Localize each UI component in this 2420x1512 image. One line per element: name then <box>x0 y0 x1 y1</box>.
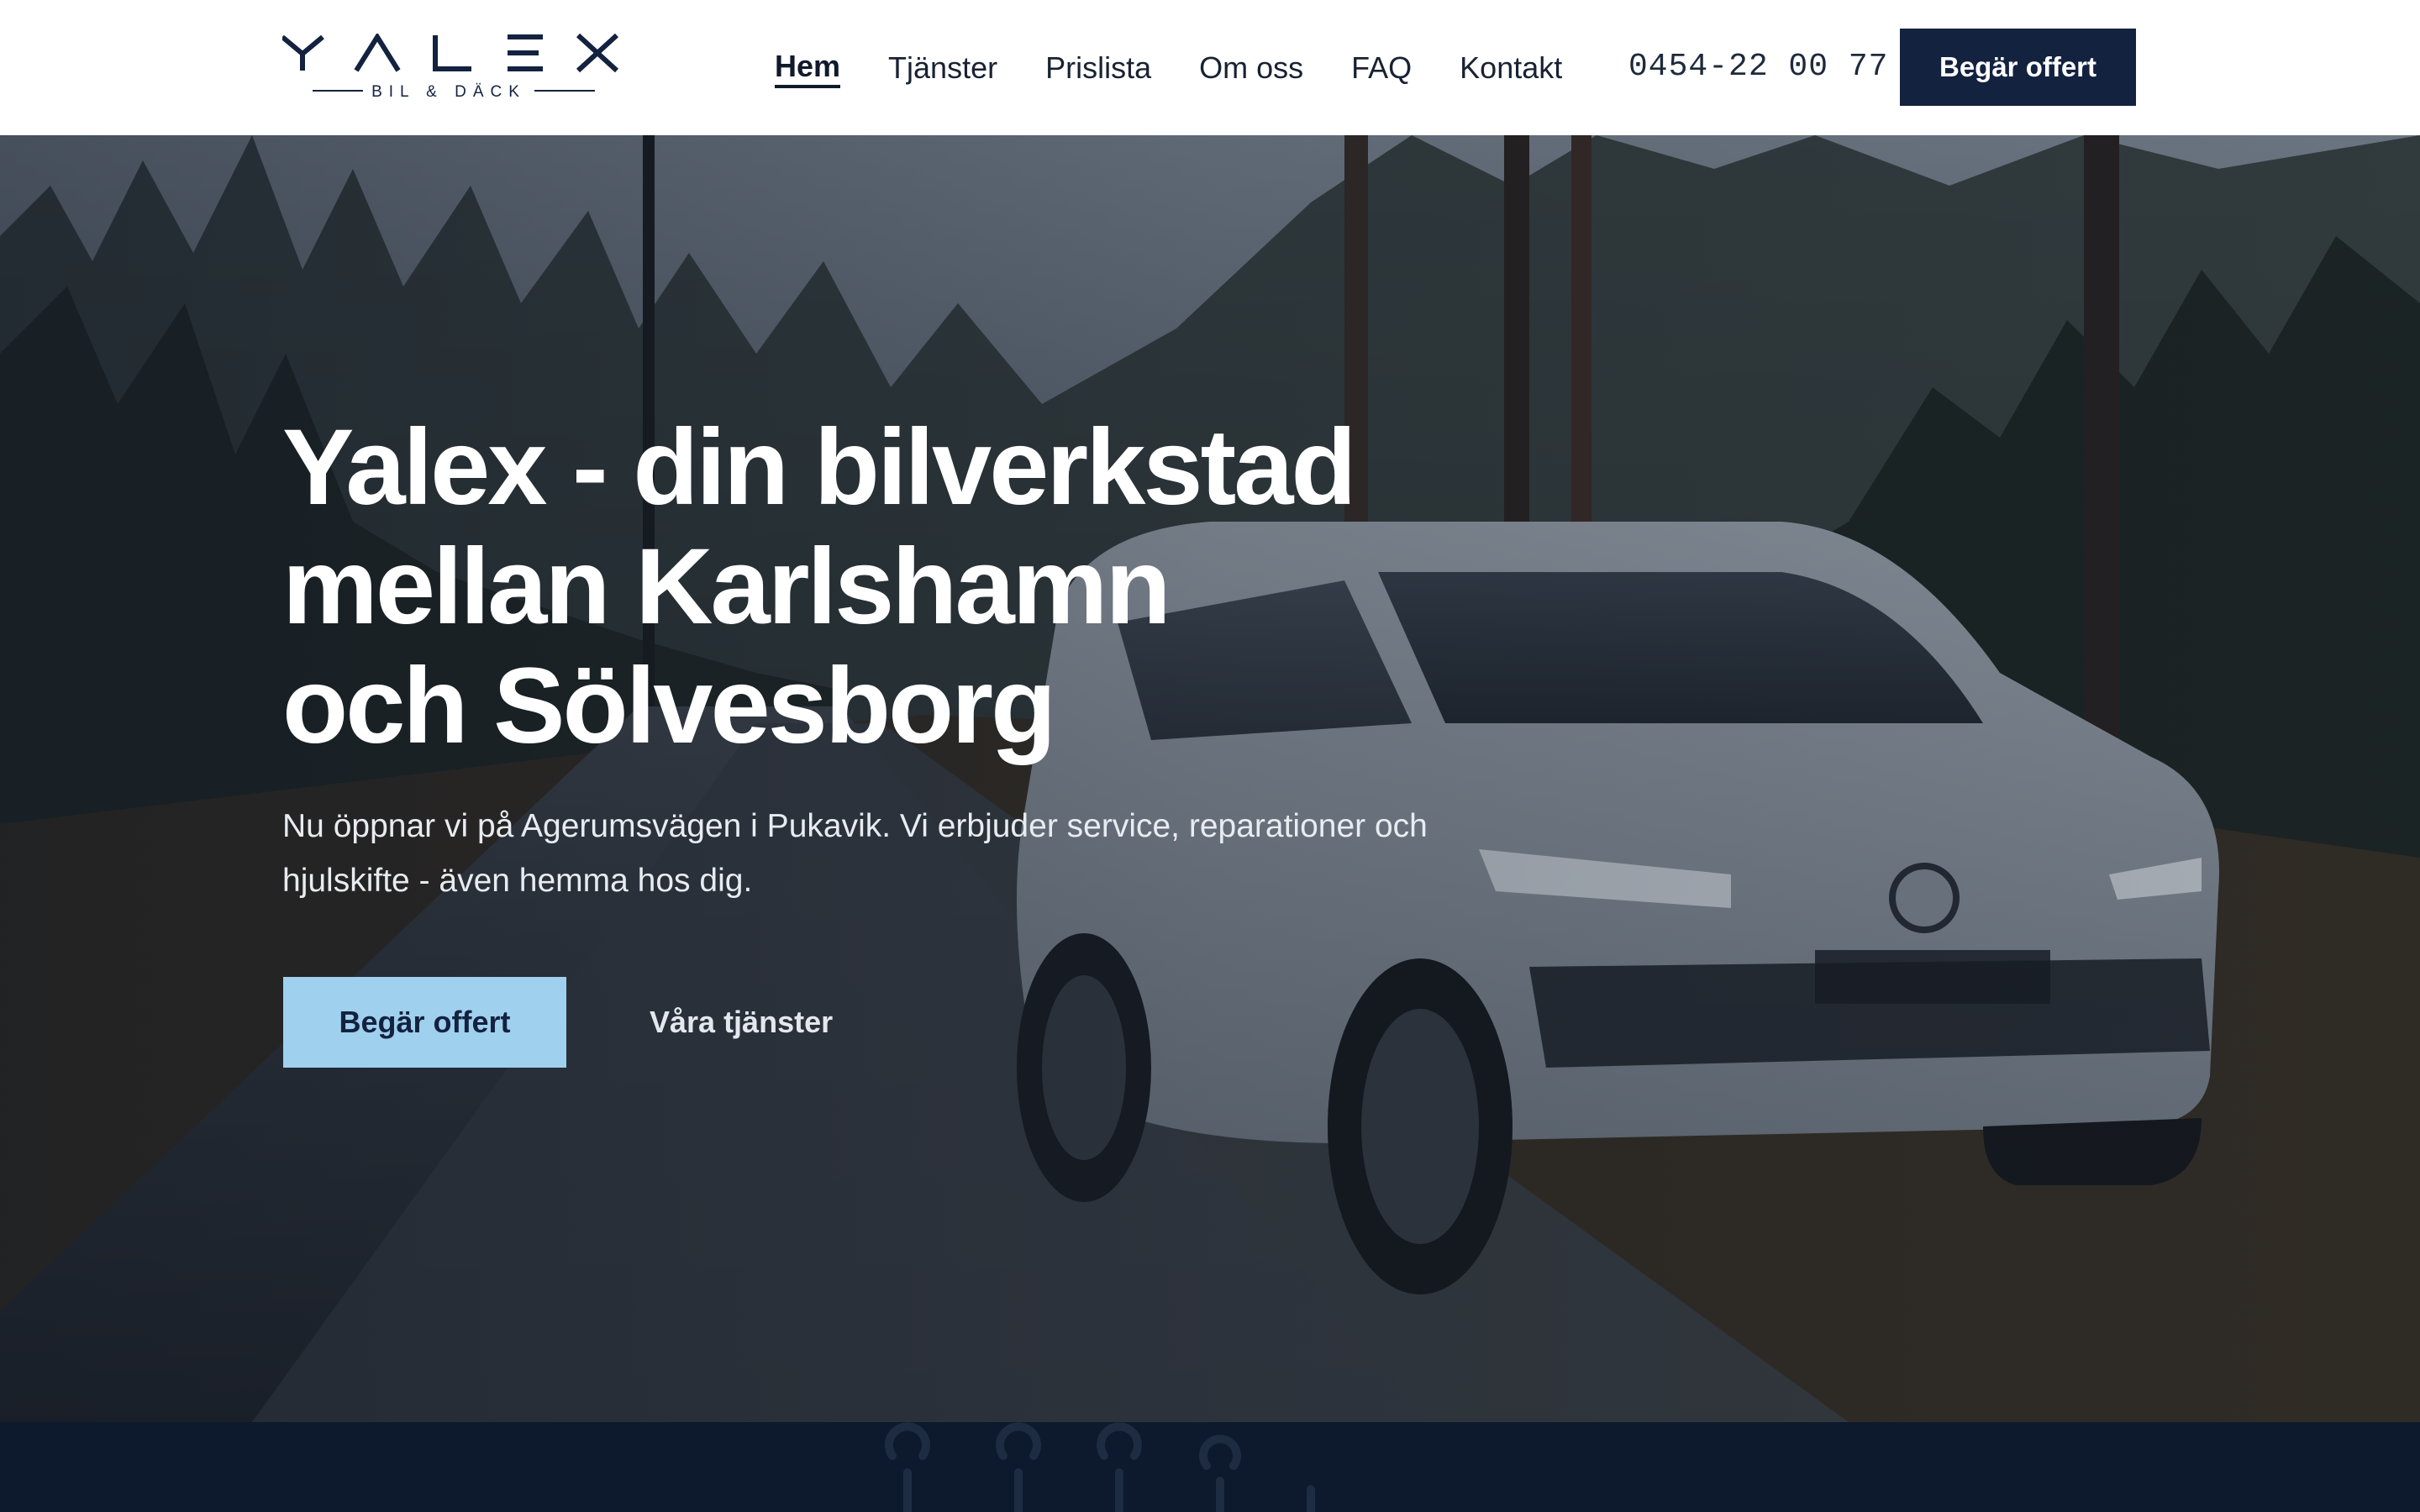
hero-subtitle-line-2: hjulskifte - även hemma hos dig. <box>282 863 753 899</box>
services-link[interactable]: Våra tjänster <box>650 1000 833 1044</box>
nav-item-hem[interactable]: Hem <box>775 48 841 88</box>
hero-subtitle-line-1: Nu öppnar vi på Agerumsvägen i Pukavik. … <box>282 808 1428 844</box>
yalex-logo[interactable]: BIL & DÄCK <box>281 32 619 101</box>
hero-overlay <box>0 135 2420 1422</box>
hero-title-line-2: mellan Karlshamn <box>282 527 1171 647</box>
nav-item-faq[interactable]: FAQ <box>1351 48 1412 88</box>
hero-section: Yalex - din bilverkstad mellan Karlshamn… <box>0 135 2420 1422</box>
wrench-pattern-icon <box>885 1422 1315 1512</box>
phone-number[interactable]: 0454-22 00 77 <box>1628 47 1888 87</box>
logo-icon: BIL & DÄCK <box>281 32 619 101</box>
nav-item-kontakt[interactable]: Kontakt <box>1460 48 1562 88</box>
hero-subtitle: Nu öppnar vi på Agerumsvägen i Pukavik. … <box>282 799 1543 908</box>
nav-item-om-oss[interactable]: Om oss <box>1199 48 1303 88</box>
hero-title: Yalex - din bilverkstad mellan Karlshamn… <box>282 408 1543 766</box>
hero-quote-button[interactable]: Begär offert <box>283 977 566 1068</box>
services-band <box>0 1422 2420 1512</box>
main-nav: Hem Tjänster Prislista Om oss FAQ Kontak… <box>775 0 1610 135</box>
site-header: BIL & DÄCK Hem Tjänster Prislista Om oss… <box>0 0 2420 135</box>
hero-title-line-3: och Sölvesborg <box>282 646 1056 766</box>
hero-title-line-1: Yalex - din bilverkstad <box>282 407 1357 528</box>
logo-tagline: BIL & DÄCK <box>371 83 526 101</box>
nav-item-tjanster[interactable]: Tjänster <box>888 48 997 88</box>
header-quote-button[interactable]: Begär offert <box>1900 29 2136 106</box>
nav-item-prislista[interactable]: Prislista <box>1045 48 1151 88</box>
